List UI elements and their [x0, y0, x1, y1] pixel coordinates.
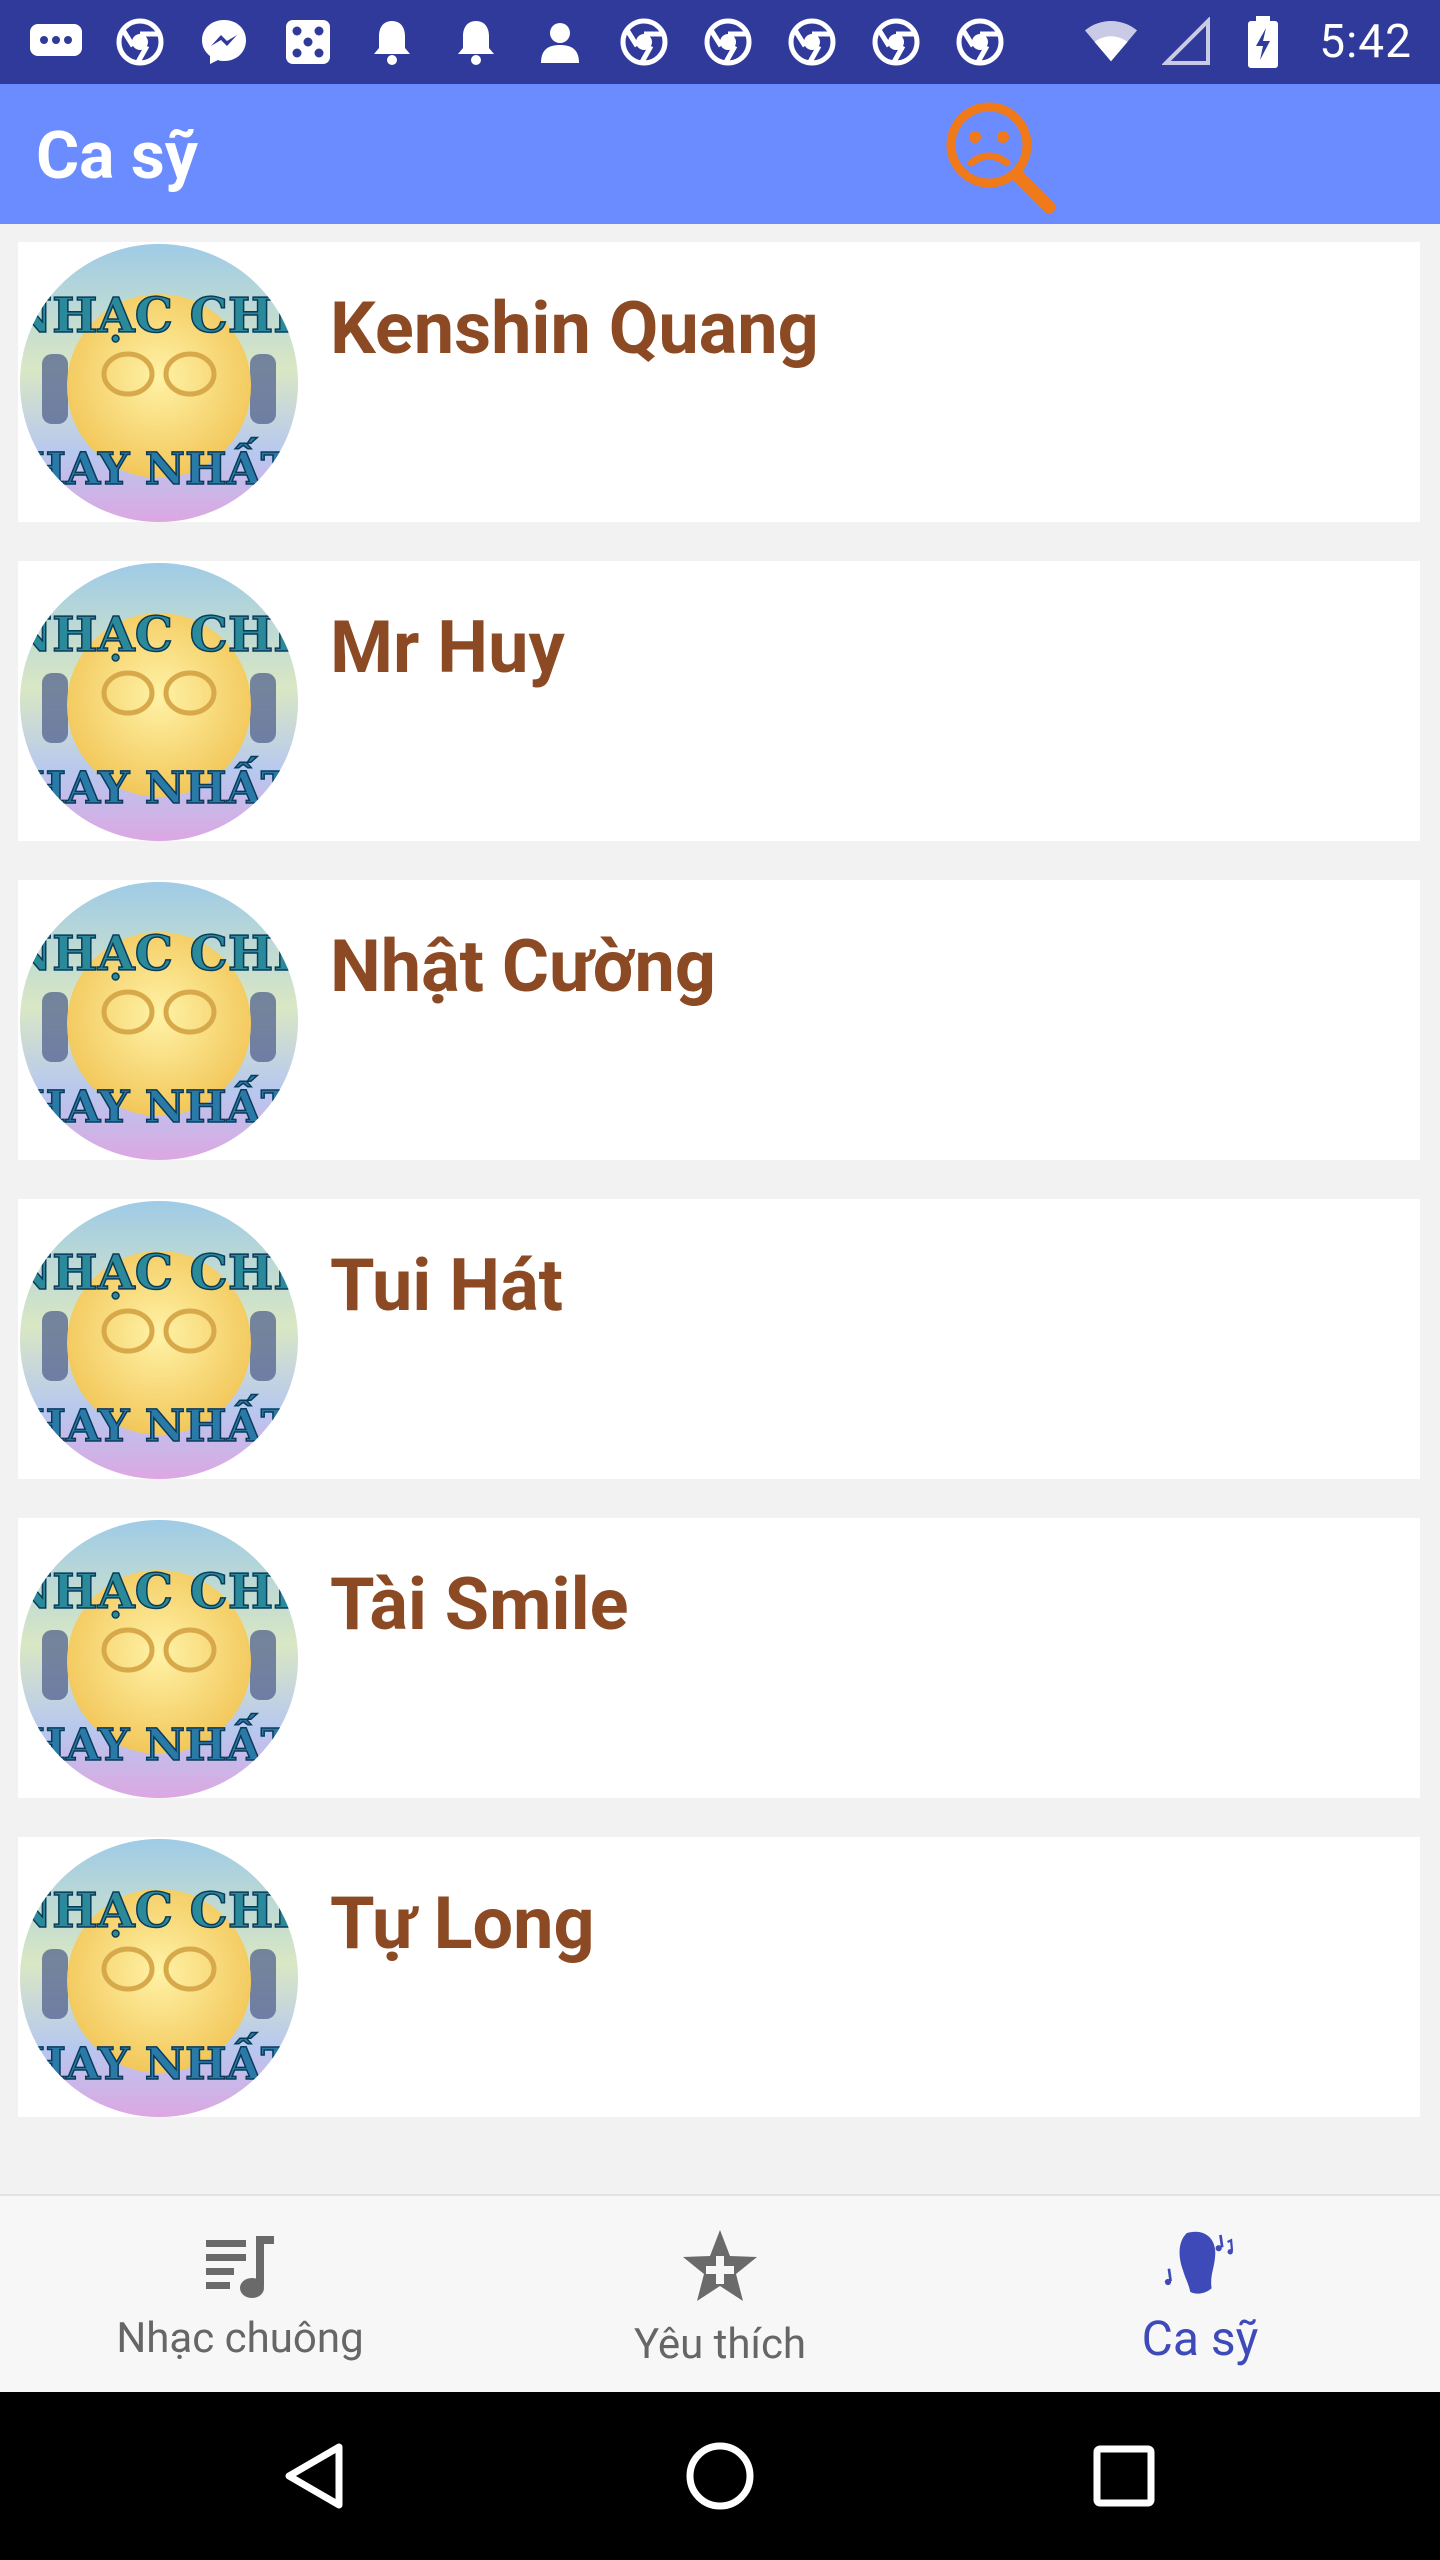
- avatar: NHẠC CHẾ HAY NHẤT: [20, 882, 298, 1160]
- music-list-icon: [200, 2226, 280, 2306]
- avatar-caption-bottom: HAY NHẤT: [25, 1393, 294, 1452]
- singer-list-item[interactable]: NHẠC CHẾ HAY NHẤT Nhật Cường: [18, 880, 1420, 1160]
- tab-label: Ca sỹ: [1141, 2310, 1259, 2367]
- home-icon: [686, 2442, 754, 2510]
- notification-icons: [28, 14, 1036, 70]
- messenger-icon: [196, 14, 252, 70]
- singer-name: Mr Huy: [330, 605, 565, 690]
- avatar: NHẠC CHẾ HAY NHẤT: [20, 1520, 298, 1798]
- avatar-caption-bottom: HAY NHẤT: [25, 2031, 294, 2090]
- bell-icon: [364, 14, 420, 70]
- avatar-caption-bottom: HAY NHẤT: [25, 755, 294, 814]
- tab-nhac-chuong[interactable]: Nhạc chuông: [0, 2196, 480, 2394]
- chrome-icon: [616, 14, 672, 70]
- chrome-icon: [700, 14, 756, 70]
- singer-list-item[interactable]: NHẠC CHẾ HAY NHẤT Tui Hát: [18, 1199, 1420, 1479]
- avatar-caption-bottom: HAY NHẤT: [25, 1074, 294, 1133]
- dice-icon: [280, 14, 336, 70]
- avatar-caption-top: NHẠC CHẾ: [20, 280, 298, 344]
- person-icon: [532, 14, 588, 70]
- avatar-caption-bottom: HAY NHẤT: [25, 436, 294, 495]
- home-button[interactable]: [670, 2426, 770, 2526]
- chrome-icon: [784, 14, 840, 70]
- avatar-caption-top: NHẠC CHẾ: [20, 1875, 298, 1939]
- singer-name: Tài Smile: [330, 1562, 629, 1647]
- tab-label: Nhạc chuông: [116, 2314, 364, 2363]
- wifi-icon: [1083, 14, 1139, 70]
- chat-bubble-icon: [28, 14, 84, 70]
- app-bar: Ca sỹ: [0, 84, 1440, 224]
- status-bar: 5:42: [0, 0, 1440, 84]
- singer-list-item[interactable]: NHẠC CHẾ HAY NHẤT Kenshin Quang: [18, 242, 1420, 522]
- bell-icon: [448, 14, 504, 70]
- singer-list-item[interactable]: NHẠC CHẾ HAY NHẤT Tự Long: [18, 1837, 1420, 2117]
- star-plus-icon: [680, 2226, 760, 2306]
- sad-face-search-icon: [946, 102, 1056, 214]
- battery-charging-icon: [1235, 14, 1291, 70]
- singer-name: Kenshin Quang: [330, 286, 819, 371]
- bottom-navigation: Nhạc chuông Yêu thích Ca sỹ: [0, 2194, 1440, 2392]
- chrome-icon: [868, 14, 924, 70]
- clock: 5:42: [1319, 15, 1412, 69]
- tab-yeu-thich[interactable]: Yêu thích: [480, 2196, 960, 2394]
- avatar-caption-top: NHẠC CHẾ: [20, 1237, 298, 1301]
- avatar: NHẠC CHẾ HAY NHẤT: [20, 1201, 298, 1479]
- search-button[interactable]: [934, 92, 1064, 222]
- avatar: NHẠC CHẾ HAY NHẤT: [20, 1839, 298, 2117]
- avatar: NHẠC CHẾ HAY NHẤT: [20, 563, 298, 841]
- tab-label: Yêu thích: [633, 2320, 807, 2369]
- singer-list: NHẠC CHẾ HAY NHẤT Kenshin Quang NHẠC CHẾ…: [0, 224, 1440, 2194]
- recents-icon: [1093, 2445, 1155, 2507]
- back-button[interactable]: [266, 2426, 366, 2526]
- page-title: Ca sỹ: [36, 118, 199, 195]
- recents-button[interactable]: [1074, 2426, 1174, 2526]
- avatar: NHẠC CHẾ HAY NHẤT: [20, 244, 298, 522]
- avatar-caption-bottom: HAY NHẤT: [25, 1712, 294, 1771]
- chrome-icon: [112, 14, 168, 70]
- singer-list-item[interactable]: NHẠC CHẾ HAY NHẤT Mr Huy: [18, 561, 1420, 841]
- singer-name: Tui Hát: [330, 1243, 563, 1328]
- singer-name: Tự Long: [330, 1881, 595, 1966]
- singer-list-item[interactable]: NHẠC CHẾ HAY NHẤT Tài Smile: [18, 1518, 1420, 1798]
- screen: 5:42 Ca sỹ NHẠC CHẾ HAY NHẤT Kenshin Qua…: [0, 0, 1440, 2560]
- chrome-icon: [952, 14, 1008, 70]
- back-icon: [285, 2443, 343, 2509]
- signal-icon: [1159, 14, 1215, 70]
- system-status-icons: 5:42: [1083, 14, 1412, 70]
- avatar-caption-top: NHẠC CHẾ: [20, 1556, 298, 1620]
- singer-name: Nhật Cường: [330, 924, 717, 1009]
- avatar-caption-top: NHẠC CHẾ: [20, 918, 298, 982]
- singer-head-icon: [1160, 2226, 1240, 2306]
- avatar-caption-top: NHẠC CHẾ: [20, 599, 298, 663]
- tab-ca-sy[interactable]: Ca sỹ: [960, 2196, 1440, 2394]
- system-navigation-bar: [0, 2392, 1440, 2560]
